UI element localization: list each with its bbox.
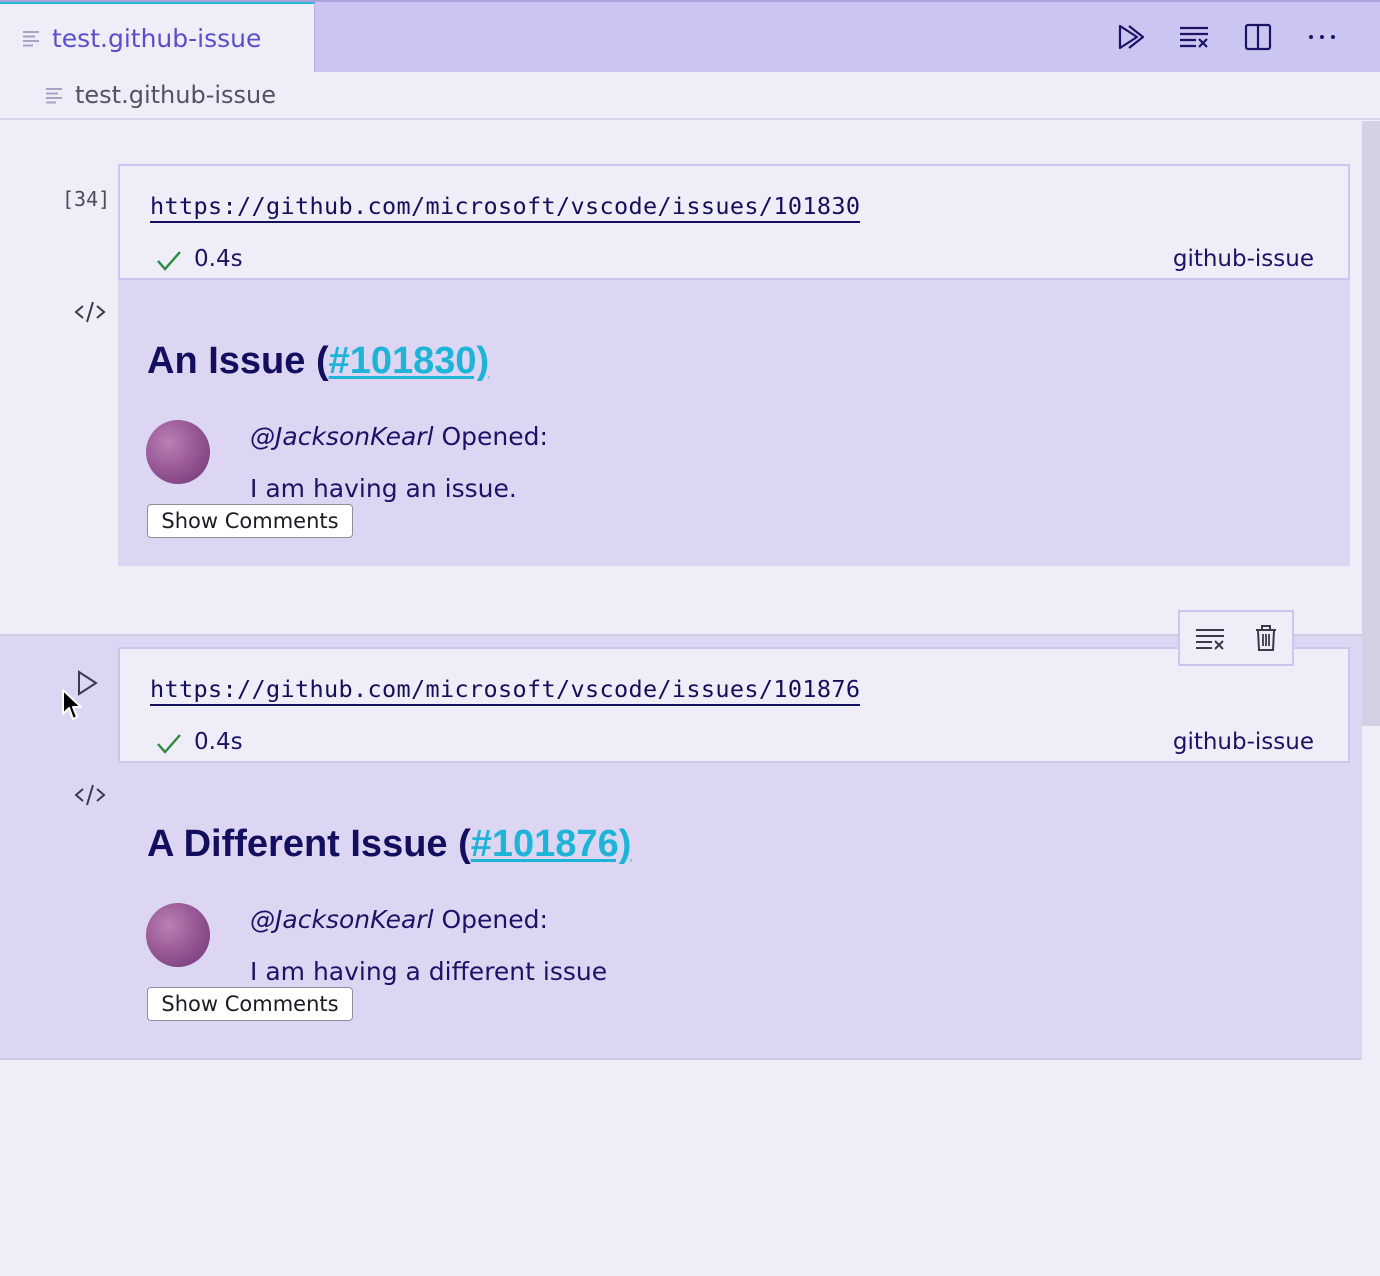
cell-editor[interactable]: https://github.com/microsoft/vscode/issu… <box>118 647 1350 763</box>
issue-body: I am having a different issue <box>250 957 608 986</box>
show-comments-button[interactable]: Show Comments <box>147 504 353 538</box>
cell-source-link[interactable]: https://github.com/microsoft/vscode/issu… <box>150 675 861 706</box>
cell-source-link[interactable]: https://github.com/microsoft/vscode/issu… <box>150 192 861 223</box>
notebook-cell[interactable]: [34] https://github.com/microsoft/vscode… <box>0 121 1362 634</box>
file-lines-icon <box>23 31 39 47</box>
vertical-scrollbar[interactable] <box>1362 121 1380 726</box>
cell-output: A Different Issue (#101876) @JacksonKear… <box>118 763 1350 1053</box>
cell-language[interactable]: github-issue <box>1173 729 1314 755</box>
issue-author: @JacksonKearl <box>250 422 434 451</box>
split-editor-icon <box>1244 23 1272 51</box>
issue-body: I am having an issue. <box>250 474 517 503</box>
cell-output: An Issue (#101830) @JacksonKearl Opened:… <box>118 280 1350 566</box>
show-comments-button[interactable]: Show Comments <box>147 987 353 1021</box>
cell-toolbar <box>1178 610 1294 666</box>
clear-output-icon[interactable] <box>1194 625 1226 651</box>
execution-count: [34] <box>62 187 111 211</box>
execution-duration: 0.4s <box>194 246 243 272</box>
clear-outputs-icon <box>1180 26 1208 48</box>
check-icon <box>157 251 181 271</box>
delete-icon[interactable] <box>1254 624 1278 652</box>
mouse-cursor-icon <box>62 689 82 720</box>
avatar <box>146 903 210 967</box>
editor-tab[interactable]: test.github-issue <box>0 2 315 72</box>
breadcrumb-item[interactable]: test.github-issue <box>75 81 276 109</box>
issue-author-line: @JacksonKearl Opened: <box>250 905 548 934</box>
breadcrumb: test.github-issue <box>0 72 1380 120</box>
clear-outputs-button[interactable] <box>1162 2 1226 72</box>
avatar <box>146 420 210 484</box>
notebook-cell[interactable]: https://github.com/microsoft/vscode/issu… <box>0 634 1362 1060</box>
execution-duration: 0.4s <box>194 729 243 755</box>
issue-link[interactable]: #101876) <box>471 823 632 865</box>
check-icon <box>157 734 181 754</box>
split-editor-button[interactable] <box>1226 2 1290 72</box>
code-icon[interactable] <box>73 782 107 808</box>
issue-author: @JacksonKearl <box>250 905 434 934</box>
more-actions-button[interactable] <box>1290 2 1354 72</box>
code-icon[interactable] <box>73 299 107 325</box>
editor-actions <box>1098 2 1354 72</box>
tab-title: test.github-issue <box>52 23 262 53</box>
run-all-button[interactable] <box>1098 2 1162 72</box>
issue-title: A Different Issue (#101876) <box>147 823 632 865</box>
issue-author-line: @JacksonKearl Opened: <box>250 422 548 451</box>
issue-link[interactable]: #101830) <box>329 340 490 382</box>
issue-title: An Issue (#101830) <box>147 340 490 382</box>
more-actions-icon <box>1309 35 1335 39</box>
cell-language[interactable]: github-issue <box>1173 246 1314 272</box>
cell-editor[interactable]: https://github.com/microsoft/vscode/issu… <box>118 164 1350 280</box>
file-lines-icon <box>46 88 62 104</box>
run-all-icon <box>1118 24 1144 50</box>
editor-tab-bar: test.github-issue <box>0 0 1380 72</box>
